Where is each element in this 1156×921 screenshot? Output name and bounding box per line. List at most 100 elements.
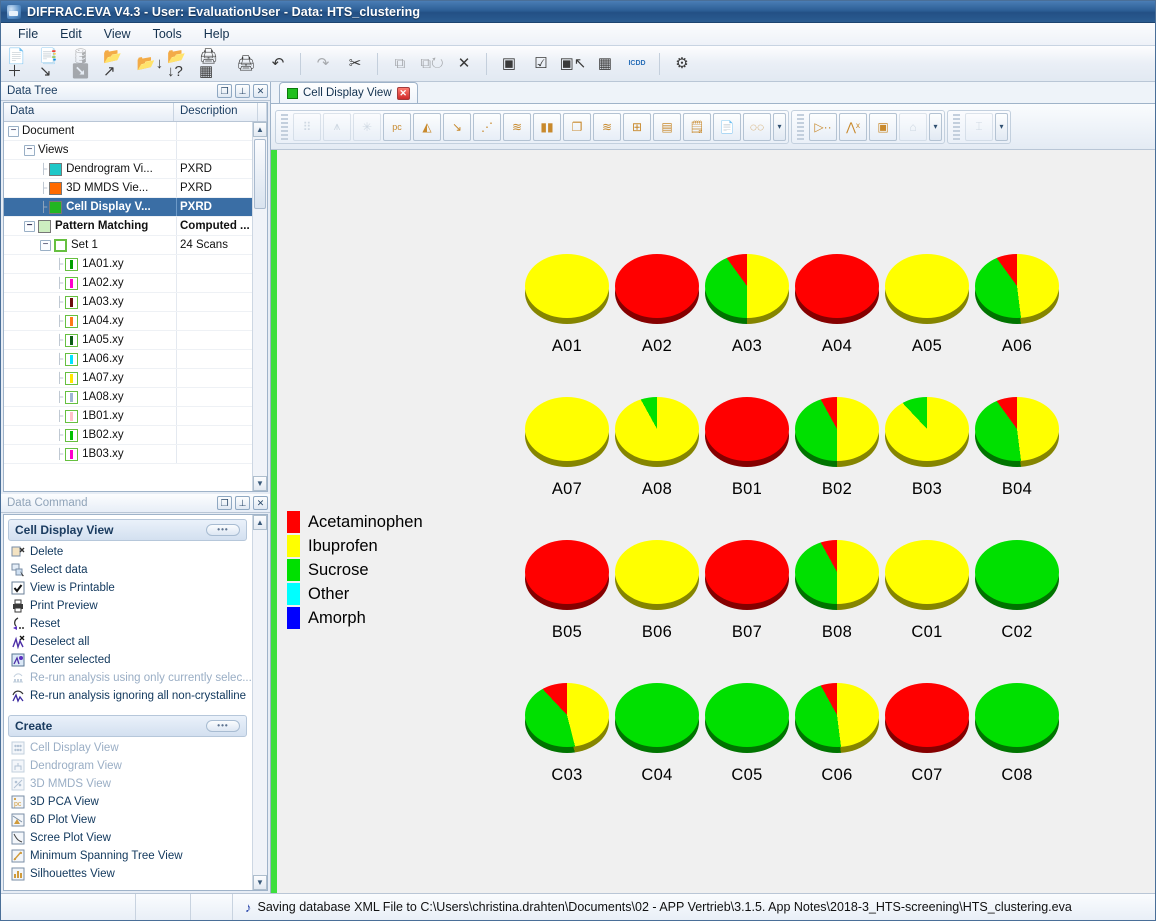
data-tree-restore-button[interactable]: ❐ xyxy=(217,84,232,98)
plot-view-button[interactable]: ◭ xyxy=(413,113,441,141)
cut-icon[interactable]: ✂ xyxy=(340,49,370,79)
data-command-scrollbar[interactable]: ▲ ▼ xyxy=(252,515,267,890)
menu-item-tools[interactable]: Tools xyxy=(142,24,193,44)
pie-chart[interactable] xyxy=(702,250,792,334)
document-view-button[interactable]: 📄 xyxy=(713,113,741,141)
scatter-matrix-view-button[interactable]: ⊞ xyxy=(623,113,651,141)
cluster-circles-view-button[interactable]: ◌◌ xyxy=(743,113,771,141)
command-item[interactable]: Reset xyxy=(4,615,251,633)
overlay-view-button[interactable]: ❐ xyxy=(563,113,591,141)
command-item[interactable]: Print Preview xyxy=(4,597,251,615)
print-icon[interactable]: 🖨 xyxy=(231,49,261,79)
command-item[interactable]: Delete xyxy=(4,543,251,561)
pca-view-button[interactable]: pc xyxy=(383,113,411,141)
tree-row[interactable]: −Views xyxy=(4,141,267,160)
mst-view-button[interactable]: ⋰ xyxy=(473,113,501,141)
pie-chart[interactable] xyxy=(522,679,612,763)
delete-icon[interactable]: ✕ xyxy=(449,49,479,79)
tree-expander-icon[interactable]: − xyxy=(24,221,35,232)
column-header-description[interactable]: Description xyxy=(174,103,258,121)
view-toolbar-overflow-icon[interactable]: ▾ xyxy=(995,113,1008,141)
open-file-icon[interactable]: 📂↗ xyxy=(103,49,133,79)
scroll-down-arrow-icon[interactable]: ▼ xyxy=(253,875,267,890)
pie-chart[interactable] xyxy=(522,393,612,477)
tree-row[interactable]: ├1A08.xy xyxy=(4,388,267,407)
tree-row[interactable]: ├1A02.xy xyxy=(4,274,267,293)
import-data-icon[interactable]: 📑↘ xyxy=(39,49,69,79)
pie-cell[interactable]: A06 xyxy=(962,250,1072,356)
command-item[interactable]: 6D Plot View xyxy=(4,811,251,829)
tree-row[interactable]: −Document xyxy=(4,122,267,141)
toolbar-drag-handle[interactable] xyxy=(953,114,960,140)
pie-chart[interactable] xyxy=(702,536,792,620)
data-tree-pin-button[interactable]: ⊥ xyxy=(235,84,250,98)
tree-expander-icon[interactable]: − xyxy=(8,126,19,137)
tab-cell-display-view[interactable]: Cell Display View ✕ xyxy=(279,82,418,103)
edit-cluster-button[interactable]: ▣ xyxy=(869,113,897,141)
remove-pattern-button[interactable]: ⋀ˣ xyxy=(839,113,867,141)
command-item[interactable]: Silhouettes View xyxy=(4,865,251,883)
table-window-icon[interactable]: ▦ xyxy=(590,49,620,79)
menu-item-view[interactable]: View xyxy=(93,24,142,44)
pie-chart[interactable] xyxy=(702,393,792,477)
tree-expander-icon[interactable]: − xyxy=(24,145,35,156)
command-group-header[interactable]: Cell Display View••• xyxy=(8,519,247,541)
pie-cell[interactable]: B04 xyxy=(962,393,1072,499)
bar-chart-view-button[interactable]: ▮▮ xyxy=(533,113,561,141)
pie-chart[interactable] xyxy=(972,250,1062,334)
command-item[interactable]: Minimum Spanning Tree View xyxy=(4,847,251,865)
column-header-data[interactable]: Data xyxy=(4,103,174,121)
undo-icon[interactable]: ↶ xyxy=(263,49,293,79)
tree-row[interactable]: ├Cell Display V...PXRD xyxy=(4,198,267,217)
command-item[interactable]: View is Printable xyxy=(4,579,251,597)
view-toolbar-overflow-icon[interactable]: ▾ xyxy=(773,113,786,141)
command-group-header[interactable]: Create••• xyxy=(8,715,247,737)
toolbar-drag-handle[interactable] xyxy=(281,114,288,140)
tree-row[interactable]: ├1A03.xy xyxy=(4,293,267,312)
tree-row[interactable]: −Set 124 Scans xyxy=(4,236,267,255)
scree-plot-view-button[interactable]: ↘ xyxy=(443,113,471,141)
settings-gear-icon[interactable]: ⚙ xyxy=(667,49,697,79)
command-item[interactable]: pc3D PCA View xyxy=(4,793,251,811)
check-window-icon[interactable]: ☑ xyxy=(526,49,556,79)
print-report-icon[interactable]: 🖨▦ xyxy=(199,49,229,79)
pie-chart[interactable] xyxy=(702,679,792,763)
scroll-thumb[interactable] xyxy=(254,139,266,209)
save-as-icon[interactable]: 📂↓? xyxy=(167,49,197,79)
pie-chart[interactable] xyxy=(612,250,702,334)
table-view-button[interactable]: ▤ xyxy=(653,113,681,141)
pie-chart[interactable] xyxy=(882,536,972,620)
report-view-button[interactable]: 🗒 xyxy=(683,113,711,141)
tree-row[interactable]: ├3D MMDS Vie...PXRD xyxy=(4,179,267,198)
cell-display-canvas[interactable]: AcetaminophenIbuprofenSucroseOtherAmorph… xyxy=(271,150,1155,893)
pattern-stack-view-button[interactable]: ≋ xyxy=(503,113,531,141)
pie-chart[interactable] xyxy=(612,679,702,763)
pie-chart[interactable] xyxy=(792,393,882,477)
pie-chart[interactable] xyxy=(792,250,882,334)
pie-chart[interactable] xyxy=(882,250,972,334)
pie-chart[interactable] xyxy=(972,536,1062,620)
run-analysis-button[interactable]: ▷·· xyxy=(809,113,837,141)
tree-expander-icon[interactable]: − xyxy=(40,240,51,251)
tree-row[interactable]: ├1A04.xy xyxy=(4,312,267,331)
toolbar-drag-handle[interactable] xyxy=(797,114,804,140)
show-chart-window-icon[interactable]: ▣ xyxy=(494,49,524,79)
tree-row[interactable]: ├1B03.xy xyxy=(4,445,267,464)
command-item[interactable]: Re-run analysis ignoring all non-crystal… xyxy=(4,687,251,705)
tree-row[interactable]: ├1A06.xy xyxy=(4,350,267,369)
pie-chart[interactable] xyxy=(882,393,972,477)
scroll-up-arrow-icon[interactable]: ▲ xyxy=(253,122,267,137)
data-command-pin-button[interactable]: ⊥ xyxy=(235,496,250,510)
scroll-up-arrow-icon[interactable]: ▲ xyxy=(253,515,267,530)
pie-chart[interactable] xyxy=(612,393,702,477)
pie-chart[interactable] xyxy=(522,250,612,334)
pie-chart[interactable] xyxy=(792,679,882,763)
save-file-icon[interactable]: 📂↓ xyxy=(135,49,165,79)
menu-item-file[interactable]: File xyxy=(7,24,49,44)
tree-row[interactable]: ├1B02.xy xyxy=(4,426,267,445)
pie-chart[interactable] xyxy=(972,393,1062,477)
pie-chart[interactable] xyxy=(972,679,1062,763)
view-toolbar-overflow-icon[interactable]: ▾ xyxy=(929,113,942,141)
scroll-down-arrow-icon[interactable]: ▼ xyxy=(253,476,267,491)
data-tree-scrollbar[interactable]: ▲ ▼ xyxy=(252,122,267,491)
